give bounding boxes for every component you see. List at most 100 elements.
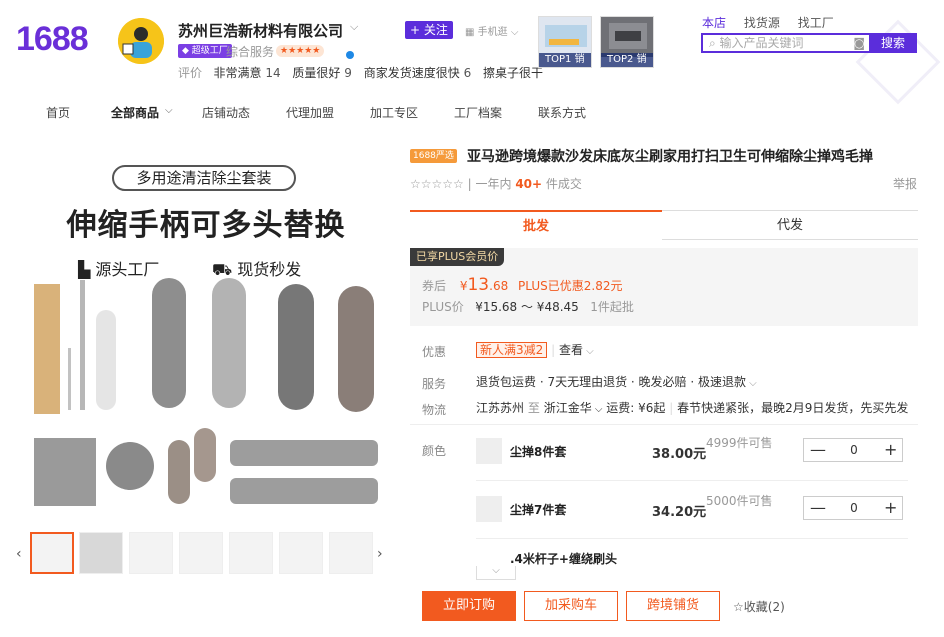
sku-name: .4米杆子+缠绕刷头 [510,552,617,566]
sku-name: 尘掸8件套 [510,445,567,459]
thumbnail[interactable] [179,532,223,574]
shop-nav: 首页 全部商品 ⌵ 店铺动态 代理加盟 加工专区 工厂档案 联系方式 [0,104,944,126]
thumbnail[interactable] [329,532,373,574]
quantity-stepper: — 0 + [803,438,903,462]
top-product-card-1[interactable]: TOP1 销 [538,16,592,68]
factory-badge: ◆ 超级工厂 [178,44,232,58]
feature-factory: ▙ 源头工厂 [78,260,160,279]
order-now-button[interactable]: 立即订购 [422,591,516,621]
tab-wholesale[interactable]: 批发 [410,210,662,240]
search-tab-source[interactable]: 找货源 [744,16,780,30]
sku-stock: 5000件可售 [706,494,773,508]
sku-row: 尘掸7件套 34.20元 5000件可售 — 0 + [476,486,908,534]
sku-price: 38.00元 [652,447,707,462]
nav-home[interactable]: 首页 [46,104,70,121]
mobile-browse[interactable]: ▦ 手机逛 ⌵ [465,23,518,38]
sku-stock: 4999件可售 [706,436,773,450]
status-dot [346,51,354,59]
search-tab-shop[interactable]: 本店 [702,16,726,30]
quantity-input[interactable]: 0 [834,439,874,461]
cross-border-listing-button[interactable]: 跨境铺货 [626,591,720,621]
nav-contact[interactable]: 联系方式 [538,104,586,121]
decrement-button[interactable]: — [810,497,826,519]
increment-button[interactable]: + [884,439,897,461]
search-button[interactable]: 搜索 [869,33,917,53]
divider [476,480,908,481]
promo-pill: 多用途清洁除尘套装 [112,165,296,191]
thumbnail[interactable] [30,532,74,574]
thumbnail[interactable] [129,532,173,574]
thumb-next-arrow[interactable]: › [377,546,383,562]
review-tag[interactable]: 商家发货速度很快 [364,66,460,80]
color-label: 颜色 [422,444,447,458]
overall-service-label: 综合服务 [226,45,275,59]
divider [410,424,918,425]
increment-button[interactable]: + [884,497,897,519]
sku-row: .4米杆子+缠绕刷头 [476,538,908,568]
nav-shop-news[interactable]: 店铺动态 [202,104,250,121]
nav-agency[interactable]: 代理加盟 [286,104,334,121]
chevron-down-icon[interactable]: ⌵ [350,20,358,34]
thumbnail[interactable] [279,532,323,574]
expand-skus-button[interactable]: ⌵ [476,566,516,580]
star-icon: ☆ [733,600,744,614]
nav-all-products[interactable]: 全部商品 [111,104,159,121]
ship-from: 江苏苏州 [476,401,525,415]
reviews-label: 评价 [178,66,203,80]
search-scope-tabs: 本店 找货源 找工厂 [702,14,848,31]
top-rank-label: TOP2 销 [601,53,653,67]
company-name[interactable]: 苏州巨浩新材料有限公司 [178,20,343,41]
top-product-card-2[interactable]: TOP2 销 [600,16,654,68]
logistics-note: 春节快递紧张，最晚2月9日发货，先买先发 [677,401,909,415]
site-logo[interactable]: 1688 [16,20,89,59]
sku-thumbnail[interactable] [476,496,502,522]
search-tab-factory[interactable]: 找工厂 [798,16,834,30]
thumbnail[interactable] [79,532,123,574]
quantity-stepper: — 0 + [803,496,903,520]
qr-icon: ▦ [465,27,478,38]
add-to-cart-button[interactable]: 加采购车 [524,591,618,621]
search-icon: ⌕ [709,36,720,50]
yanxuan-tag: 1688严选 [410,149,457,163]
report-link[interactable]: 举报 [893,175,917,192]
moq: 1件起批 [590,300,634,314]
favorite-button[interactable]: ☆收藏(2) [733,598,785,615]
thumbnail[interactable] [229,532,273,574]
review-tag[interactable]: 擦桌子很干 [483,66,543,80]
diamond-icon: ◆ [182,46,192,56]
review-tag[interactable]: 非常满意 [213,66,261,80]
sku-name: 尘掸7件套 [510,503,567,517]
view-promos-link[interactable]: 查看 ⌵ [559,343,594,357]
review-count: 14 [265,66,281,80]
chevron-down-icon: ⌵ [492,565,500,576]
sales-count: 40+ [515,177,543,191]
follow-button[interactable]: + 关注 [405,21,453,39]
coupon-price-row: 券后 ¥13.68 PLUS已优惠2.82元 [422,275,623,295]
promo-label: 优惠 [422,345,447,359]
sku-price: 34.20元 [652,505,707,520]
chevron-down-icon[interactable]: ⌵ [165,105,173,116]
decrement-button[interactable]: — [810,439,826,461]
ship-to-selector[interactable]: 浙江金华 ⌵ [544,401,603,415]
new-user-coupon[interactable]: 新人满3减2 [476,342,548,358]
plus-icon: + [410,23,424,37]
service-label: 服务 [422,377,447,391]
quantity-input[interactable]: 0 [834,497,874,519]
thumb-prev-arrow[interactable]: ‹ [16,546,22,562]
camera-icon[interactable]: ◙ [853,35,865,51]
nav-factory-profile[interactable]: 工厂档案 [454,104,502,121]
shipping-fee: 运费: ¥6起 [606,401,666,415]
sku-thumbnail[interactable] [476,438,502,464]
chevron-down-icon: ⌵ [745,378,757,389]
chevron-down-icon: ⌵ [591,404,603,415]
search-input[interactable]: ⌕ 输入产品关键词 ◙ [701,33,869,53]
shop-avatar[interactable] [118,18,164,64]
service-row[interactable]: 退货包运费 · 7天无理由退货 · 晚发必赔 · 极速退款 ⌵ [476,373,757,390]
service-stars-badge: ★★★★★ [276,45,325,57]
tab-dropship[interactable]: 代发 [662,210,918,240]
rating-row: ☆☆☆☆☆ | 一年内 40+ 件成交 [410,177,582,191]
review-count: 6 [463,66,472,80]
nav-processing[interactable]: 加工专区 [370,104,418,121]
coupon-price: 13 [467,275,490,295]
review-tag[interactable]: 质量很好 [292,66,340,80]
